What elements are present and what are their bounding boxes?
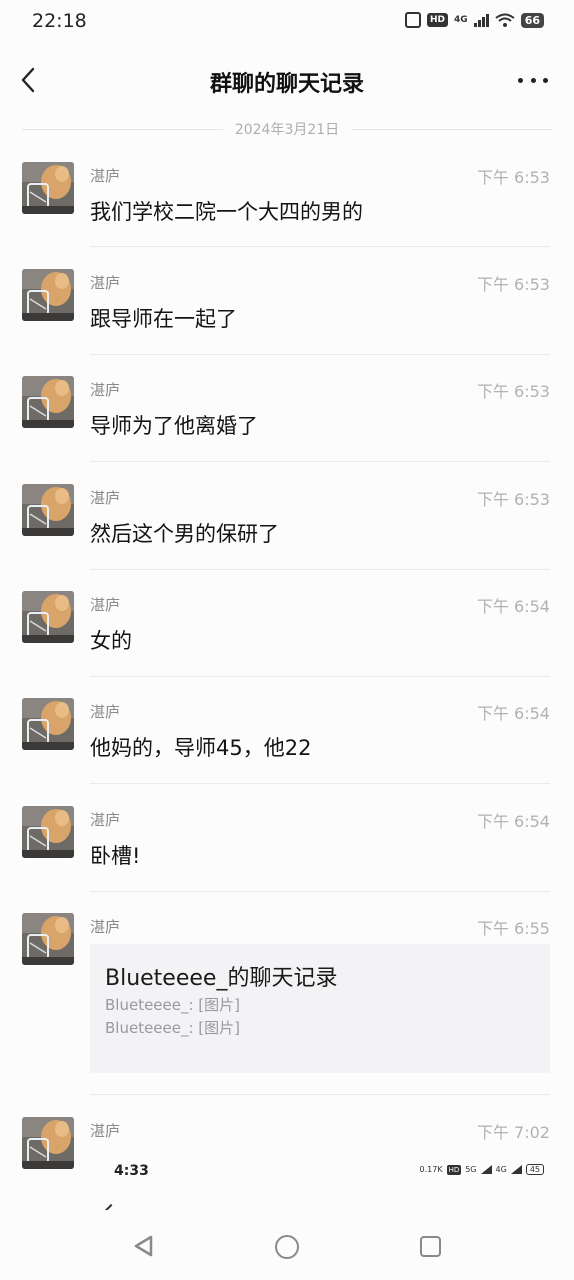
sender-name: 湛庐	[90, 1122, 121, 1140]
signal-icon	[473, 13, 489, 27]
embedded-hd-icon: HD	[446, 1164, 462, 1175]
date-label: 2024年3月21日	[234, 122, 340, 138]
message-text: 我们学校二院一个大四的男的	[90, 200, 363, 224]
message-time: 下午 6:53	[476, 382, 550, 401]
embedded-network-a: 5G	[465, 1165, 477, 1174]
message-text: 然后这个男的保研了	[90, 522, 279, 546]
embedded-network-b: 4G	[495, 1165, 507, 1174]
system-nav-bar	[0, 1212, 574, 1280]
avatar[interactable]	[22, 591, 74, 643]
divider	[90, 569, 550, 570]
record-line: Blueteeee_: [图片]	[105, 996, 241, 1014]
nav-bar: 群聊的聊天记录	[0, 52, 574, 108]
sender-name: 湛庐	[90, 703, 121, 721]
divider	[90, 354, 550, 355]
message-time: 下午 6:53	[476, 275, 550, 294]
sender-name: 湛庐	[90, 918, 121, 936]
avatar[interactable]	[22, 484, 74, 536]
embedded-screenshot[interactable]: 4:33 0.17K HD 5G 4G 45 •••	[90, 1150, 550, 1210]
embedded-battery-icon: 45	[525, 1164, 544, 1175]
chat-record-card[interactable]: Blueteeee_的聊天记录 Blueteeee_: [图片] Bluetee…	[90, 944, 550, 1073]
record-title: Blueteeee_的聊天记录	[105, 966, 338, 991]
avatar[interactable]	[22, 376, 74, 428]
message-time: 下午 7:02	[476, 1123, 550, 1142]
divider	[90, 676, 550, 677]
message-time: 下午 6:55	[476, 919, 550, 938]
status-time: 22:18	[32, 10, 87, 32]
message-text: 女的	[90, 629, 132, 653]
separator-line	[22, 128, 223, 130]
divider	[90, 783, 550, 784]
date-separator: 2024年3月21日	[22, 118, 553, 140]
message-time: 下午 6:54	[476, 704, 550, 723]
wifi-icon	[495, 13, 515, 27]
embedded-status-time: 4:33	[114, 1163, 149, 1179]
sender-name: 湛庐	[90, 167, 121, 185]
avatar[interactable]	[22, 913, 74, 965]
sender-name: 湛庐	[90, 596, 121, 614]
message-text: 跟导师在一起了	[90, 307, 237, 331]
more-dots-icon[interactable]	[518, 66, 548, 94]
avatar[interactable]	[22, 698, 74, 750]
divider	[90, 246, 550, 247]
separator-line	[351, 128, 553, 130]
home-circle-icon[interactable]	[275, 1235, 299, 1259]
record-line: Blueteeee_: [图片]	[105, 1019, 241, 1037]
recents-square-icon[interactable]	[420, 1236, 441, 1257]
divider	[90, 1094, 550, 1095]
back-triangle-icon[interactable]	[132, 1234, 154, 1258]
network-type-label: 4G	[454, 15, 468, 25]
embedded-speed: 0.17K	[419, 1165, 443, 1174]
avatar[interactable]	[22, 806, 74, 858]
embedded-signal-icon	[480, 1165, 492, 1174]
battery-icon: 66	[520, 12, 544, 28]
sender-name: 湛庐	[90, 274, 121, 292]
message-text: 卧槽!	[90, 844, 141, 868]
embedded-signal-icon	[510, 1165, 522, 1174]
sender-name: 湛庐	[90, 381, 121, 399]
message-time: 下午 6:54	[476, 812, 550, 831]
message-time: 下午 6:53	[476, 490, 550, 509]
divider	[90, 461, 550, 462]
status-bar: 22:18 HD 4G 66	[0, 0, 574, 44]
vibrate-icon	[405, 12, 422, 28]
page-title: 群聊的聊天记录	[209, 72, 364, 97]
avatar[interactable]	[22, 269, 74, 321]
message-text: 导师为了他离婚了	[90, 414, 258, 438]
avatar[interactable]	[22, 162, 74, 214]
divider	[90, 891, 550, 892]
sender-name: 湛庐	[90, 489, 121, 507]
avatar[interactable]	[22, 1117, 74, 1169]
message-time: 下午 6:54	[476, 597, 550, 616]
embedded-back-icon	[103, 1203, 119, 1210]
message-text: 他妈的，导师45，他22	[90, 736, 312, 760]
message-time: 下午 6:53	[476, 168, 550, 187]
hd-icon: HD	[427, 13, 449, 27]
embedded-status-icons: 0.17K HD 5G 4G 45	[419, 1164, 544, 1175]
sender-name: 湛庐	[90, 811, 121, 829]
status-icons: HD 4G 66	[405, 12, 544, 28]
